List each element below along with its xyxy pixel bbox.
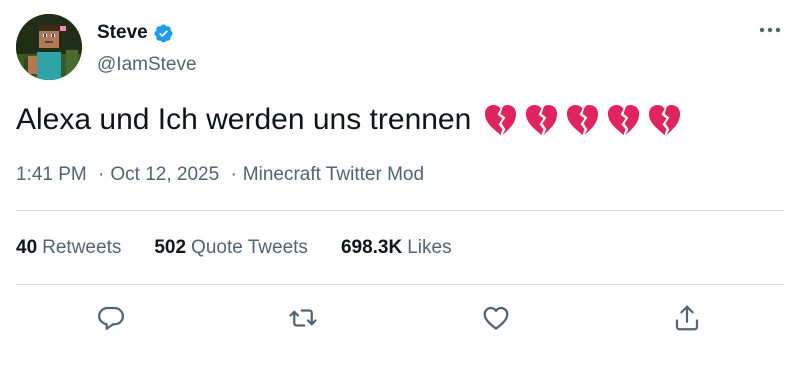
- broken-heart-icon: [608, 104, 640, 135]
- stat-likes[interactable]: 698.3K Likes: [341, 236, 452, 260]
- tweet-card: Steve @IamSteve Alexa und Ich werden uns…: [0, 0, 800, 366]
- retweet-button[interactable]: [285, 300, 321, 336]
- tweet-time[interactable]: 1:41 PM: [16, 164, 87, 185]
- tweet-meta: 1:41 PM · Oct 12, 2025 · Minecraft Twitter…: [16, 163, 424, 187]
- stat-count: 698.3K: [340, 237, 403, 258]
- share-button[interactable]: [669, 300, 705, 336]
- emoji-group: [483, 103, 682, 138]
- more-options-icon[interactable]: [756, 20, 784, 40]
- tweet-source[interactable]: Minecraft Twitter Mod: [243, 164, 424, 185]
- author-handle[interactable]: @IamSteve: [97, 53, 197, 77]
- stat-count: 502: [154, 237, 187, 258]
- steve-avatar-icon: [16, 14, 82, 80]
- tweet-date[interactable]: Oct 12, 2025: [110, 164, 219, 185]
- broken-heart-icon: [649, 104, 681, 135]
- stat-count: 40: [16, 237, 38, 258]
- divider: [16, 284, 784, 285]
- stat-label: Retweets: [42, 237, 122, 258]
- stat-label: Likes: [407, 237, 452, 258]
- divider: [16, 210, 784, 211]
- broken-heart-icon: [526, 104, 558, 135]
- tweet-text: Alexa und Ich werden uns trennen: [16, 100, 682, 140]
- avatar[interactable]: [16, 14, 82, 80]
- author-name-text[interactable]: Steve: [97, 21, 148, 45]
- reply-button[interactable]: [93, 300, 129, 336]
- reply-icon: [98, 306, 124, 330]
- retweet-icon: [289, 309, 317, 327]
- broken-heart-icon: [485, 104, 517, 135]
- meta-separator: ·: [98, 164, 105, 185]
- share-icon: [675, 305, 699, 331]
- like-icon: [483, 306, 509, 330]
- meta-separator: ·: [230, 164, 237, 185]
- action-bar: [0, 300, 800, 336]
- stat-quote-tweets[interactable]: 502 Quote Tweets: [154, 236, 308, 260]
- tweet-body: Alexa und Ich werden uns trennen: [16, 103, 472, 136]
- like-button[interactable]: [478, 300, 514, 336]
- stat-retweets[interactable]: 40 Retweets: [16, 236, 121, 260]
- broken-heart-icon: [567, 104, 599, 135]
- stat-label: Quote Tweets: [191, 237, 308, 258]
- verified-badge-icon: [153, 23, 174, 44]
- engagement-stats: 40 Retweets 502 Quote Tweets 698.3K Likes: [16, 236, 485, 260]
- author-display-name[interactable]: Steve: [97, 21, 174, 45]
